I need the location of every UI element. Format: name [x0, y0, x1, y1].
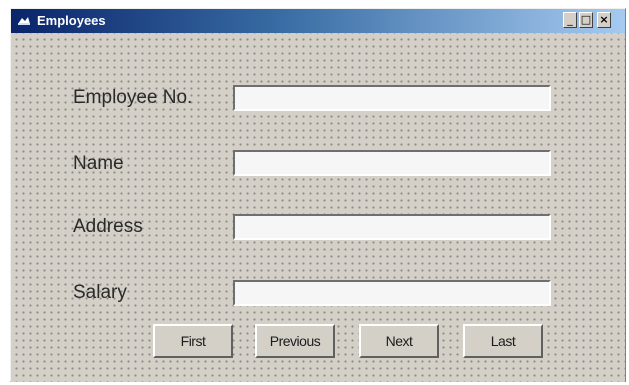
- previous-button[interactable]: Previous: [255, 324, 335, 358]
- employee-no-field[interactable]: [233, 85, 551, 111]
- minimize-button[interactable]: _: [563, 12, 577, 28]
- name-field[interactable]: [233, 150, 551, 176]
- salary-field[interactable]: [233, 280, 551, 306]
- title-bar[interactable]: Employees _ □ ×: [11, 9, 625, 33]
- name-label: Name: [73, 153, 124, 174]
- last-button[interactable]: Last: [463, 324, 543, 358]
- window-title: Employees: [37, 13, 106, 28]
- employees-window: Employees _ □ × Employee No. Name Addres…: [10, 8, 626, 382]
- salary-label: Salary: [73, 282, 127, 303]
- maximize-button[interactable]: □: [579, 12, 593, 28]
- close-button[interactable]: ×: [597, 12, 611, 28]
- next-button[interactable]: Next: [359, 324, 439, 358]
- first-button[interactable]: First: [153, 324, 233, 358]
- address-field[interactable]: [233, 214, 551, 240]
- employee-no-label: Employee No.: [73, 87, 193, 108]
- form-icon: [18, 17, 30, 25]
- address-label: Address: [73, 216, 143, 237]
